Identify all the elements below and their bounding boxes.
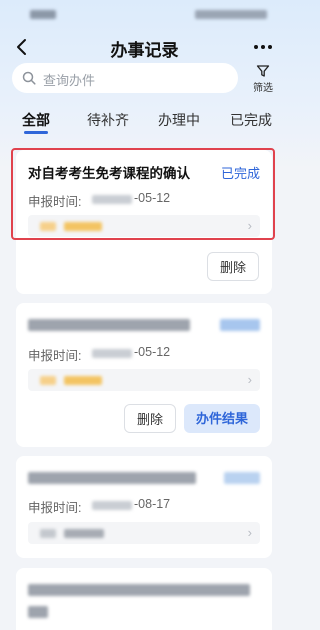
declare-date: -05-12 — [134, 345, 171, 359]
highlight-box — [11, 148, 275, 240]
status-bar-time — [30, 10, 56, 19]
delete-button[interactable]: 删除 — [124, 404, 176, 433]
filter-label: 筛选 — [253, 83, 273, 94]
record-title-redacted — [28, 584, 250, 596]
record-card[interactable] — [16, 568, 272, 630]
progress-row[interactable]: › — [28, 369, 260, 391]
chevron-right-icon: › — [247, 372, 252, 387]
declare-year-redacted — [92, 501, 132, 510]
declare-date: -08-17 — [134, 497, 171, 511]
record-status-redacted — [220, 319, 260, 331]
active-tab-indicator — [24, 131, 48, 134]
filter-funnel-icon — [256, 65, 270, 77]
search-row: 查询办件 筛选 — [12, 63, 277, 95]
delete-button[interactable]: 删除 — [207, 252, 259, 281]
result-button[interactable]: 办件结果 — [184, 404, 260, 433]
declare-time-label: 申报时间: — [28, 501, 82, 515]
record-card[interactable]: 申报时间: -08-17 › — [16, 456, 272, 558]
tab-completed[interactable]: 已完成 — [230, 110, 272, 130]
declare-time-label: 申报时间: — [28, 349, 82, 363]
progress-redacted — [64, 529, 104, 538]
progress-redacted — [40, 529, 56, 538]
status-bar — [0, 6, 289, 22]
record-title-redacted — [28, 472, 196, 484]
tab-bar: 全部 待补齐 办理中 已完成 — [0, 108, 289, 138]
navigation-bar: 办事记录 — [0, 32, 289, 62]
progress-redacted — [64, 376, 102, 385]
record-title-redacted — [28, 319, 190, 331]
search-placeholder: 查询办件 — [43, 73, 96, 88]
search-input[interactable]: 查询办件 — [12, 63, 238, 93]
record-title-redacted — [28, 606, 48, 618]
status-bar-icons — [195, 10, 267, 19]
record-status-redacted — [224, 472, 260, 484]
progress-row[interactable]: › — [28, 522, 260, 544]
page-title: 办事记录 — [110, 41, 179, 60]
declare-year-redacted — [92, 349, 132, 358]
record-card[interactable]: 申报时间: -05-12 › 删除 办件结果 — [16, 303, 272, 447]
more-dots-icon[interactable] — [251, 38, 275, 56]
search-icon — [22, 71, 36, 85]
tab-in-progress[interactable]: 办理中 — [158, 110, 200, 130]
tab-pending-supplement[interactable]: 待补齐 — [87, 110, 129, 130]
chevron-right-icon: › — [247, 525, 252, 540]
tab-all[interactable]: 全部 — [22, 110, 50, 130]
progress-redacted — [40, 376, 56, 385]
filter-button[interactable]: 筛选 — [249, 63, 277, 95]
